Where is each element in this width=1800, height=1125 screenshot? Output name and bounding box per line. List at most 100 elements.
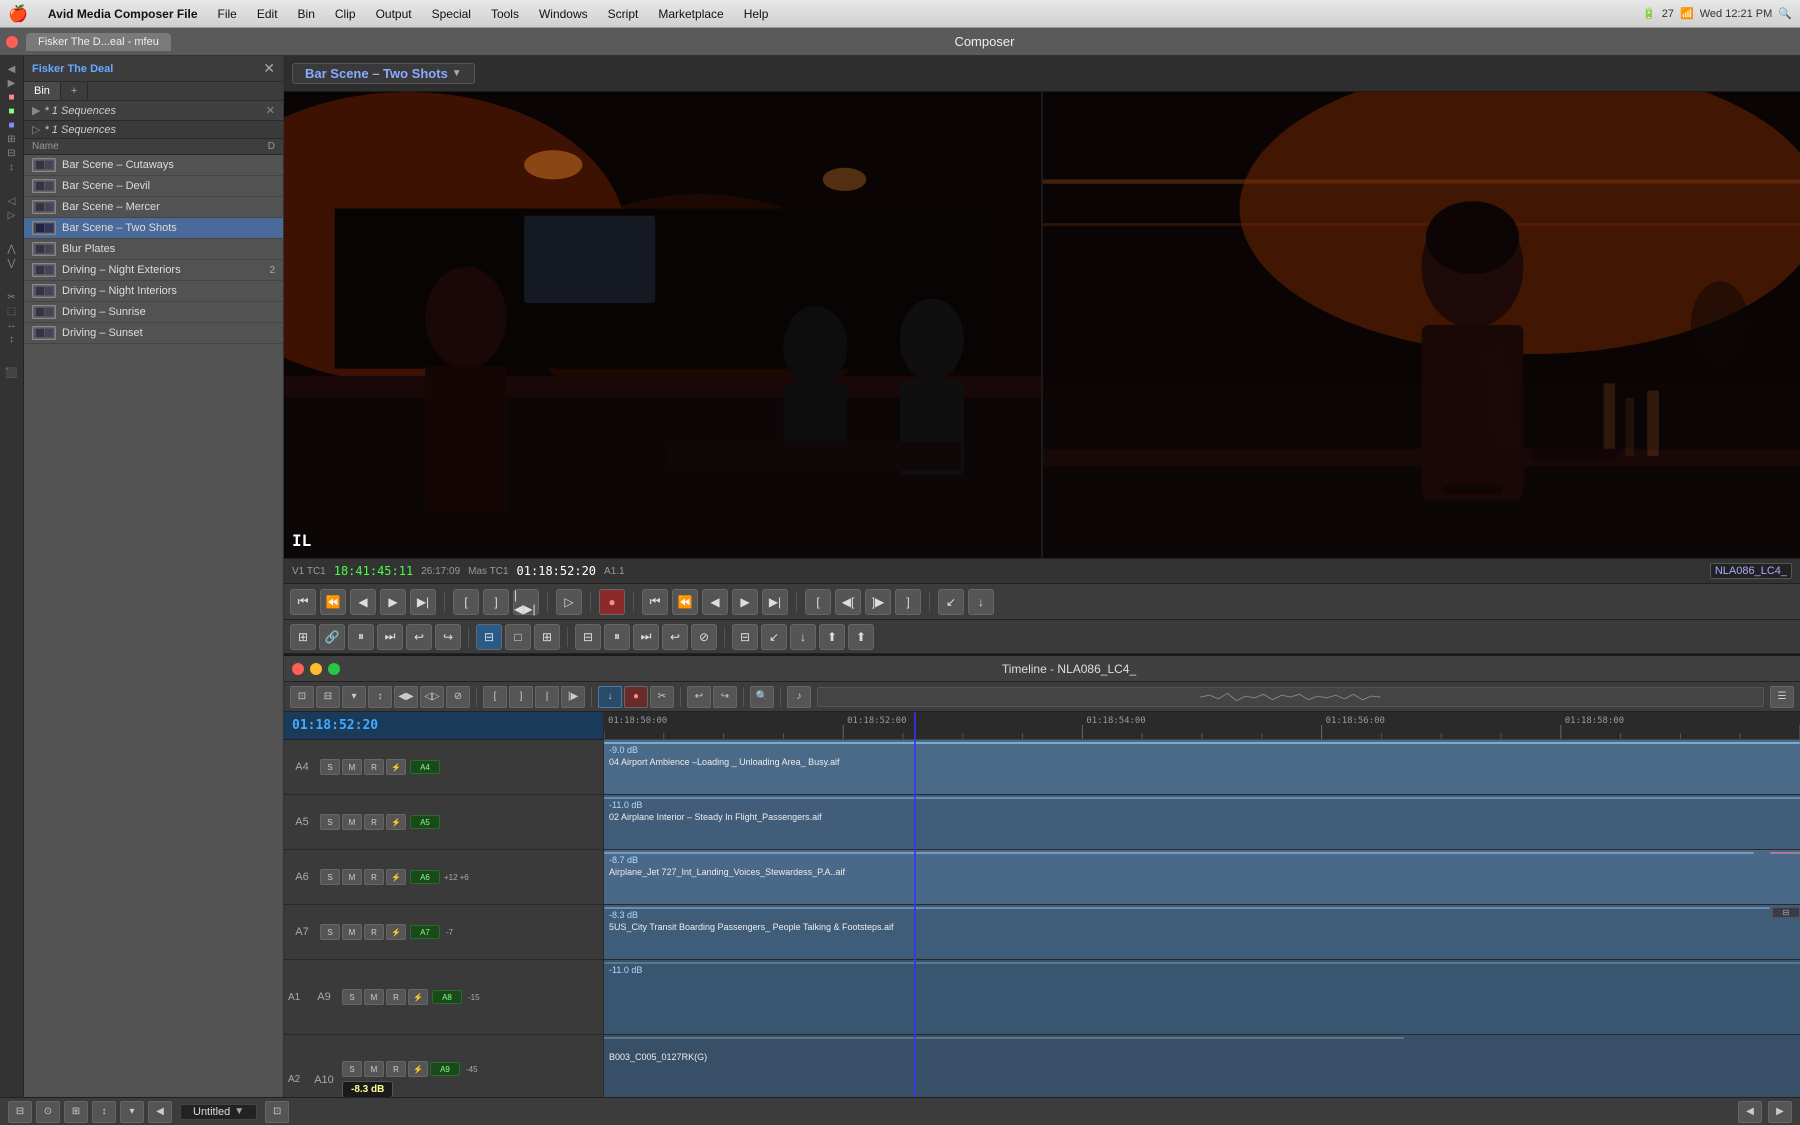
tl-tool-audio[interactable]: ♪ <box>787 686 811 708</box>
ctrl-grid[interactable]: ⊞ <box>290 624 316 650</box>
ctrl-mark2[interactable]: ⊟ <box>732 624 758 650</box>
menu-windows[interactable]: Windows <box>531 5 596 23</box>
footer-right-tool-1[interactable]: ◀ <box>1738 1101 1762 1123</box>
r-step-fwd[interactable]: ▶| <box>762 589 788 615</box>
menu-output[interactable]: Output <box>368 5 420 23</box>
ctrl-lift[interactable]: ⬆ <box>848 624 874 650</box>
seq-item-blur[interactable]: Blur Plates <box>24 239 283 260</box>
mark-out-btn[interactable]: ] <box>483 589 509 615</box>
step-fwd-btn[interactable]: ▶| <box>410 589 436 615</box>
footer-tool-2[interactable]: ⊙ <box>36 1101 60 1123</box>
edge-tool-13[interactable]: ✂ <box>3 292 21 303</box>
menu-avid[interactable]: Avid Media Composer File <box>40 5 206 23</box>
r-overwrite[interactable]: ↓ <box>968 589 994 615</box>
track-enable-a8[interactable]: A8 <box>432 990 462 1004</box>
tl-tool-list[interactable]: ☰ <box>1770 686 1794 708</box>
seq-item-sunrise[interactable]: Driving – Sunrise <box>24 302 283 323</box>
footer-tool-7[interactable]: ⊡ <box>265 1101 289 1123</box>
tl-tool-extract[interactable]: ◁▷ <box>420 686 444 708</box>
menu-clip[interactable]: Clip <box>327 5 364 23</box>
menu-edit[interactable]: Edit <box>249 5 286 23</box>
track-fxon-a4[interactable]: ⚡ <box>386 759 406 775</box>
menu-file[interactable]: File <box>210 5 245 23</box>
track-solo-a4[interactable]: S <box>320 759 340 775</box>
edge-tool-9[interactable]: ◁ <box>3 196 21 207</box>
track-enable-a9[interactable]: A9 <box>430 1062 460 1076</box>
track-mute-a5[interactable]: M <box>342 814 362 830</box>
ctrl-extract[interactable]: ⬆ <box>819 624 845 650</box>
menu-help[interactable]: Help <box>736 5 777 23</box>
seq-item-twoshots[interactable]: Bar Scene – Two Shots <box>24 218 283 239</box>
ctrl-r1[interactable]: ⊟ <box>575 624 601 650</box>
edge-tool-4[interactable]: ■ <box>3 106 21 117</box>
r-go-to-out[interactable]: ]▶ <box>865 589 891 615</box>
r-mark-in[interactable]: [ <box>805 589 831 615</box>
search-icon[interactable]: 🔍 <box>1778 7 1792 20</box>
track-enable-a5[interactable]: A5 <box>410 815 440 829</box>
sequence-dropdown[interactable]: Bar Scene – Two Shots ▼ <box>292 63 475 84</box>
clip-a7[interactable]: -8.3 dB 5US_City Transit Boarding Passen… <box>604 907 1770 909</box>
seq-sub-expand[interactable]: ▷ <box>32 123 40 136</box>
ctrl-dual-split[interactable]: ⊟ <box>476 624 502 650</box>
track-fxon-a8[interactable]: ⚡ <box>408 989 428 1005</box>
track-mute-a4[interactable]: M <box>342 759 362 775</box>
track-rec-a4[interactable]: R <box>364 759 384 775</box>
project-name[interactable]: Fisker The Deal <box>32 63 113 75</box>
track-solo-a5[interactable]: S <box>320 814 340 830</box>
tl-tool-red[interactable]: ● <box>624 686 648 708</box>
edge-tool-5[interactable]: ■ <box>3 120 21 131</box>
footer-right-tool-2[interactable]: ▶ <box>1768 1101 1792 1123</box>
ctrl-rew[interactable]: ↩ <box>406 624 432 650</box>
edge-tool-14[interactable]: ⬚ <box>3 306 21 317</box>
timeline-min-btn[interactable] <box>310 663 322 675</box>
footer-tool-4[interactable]: ↕ <box>92 1101 116 1123</box>
menu-special[interactable]: Special <box>424 5 479 23</box>
bin-tab-add[interactable]: + <box>61 82 88 100</box>
track-fxon-a6[interactable]: ⚡ <box>386 869 406 885</box>
footer-tool-3[interactable]: ⊞ <box>64 1101 88 1123</box>
play-btn[interactable]: ▶ <box>380 589 406 615</box>
footer-tool-1[interactable]: ⊟ <box>8 1101 32 1123</box>
play-loop-btn[interactable]: ▷ <box>556 589 582 615</box>
clear-marks-btn[interactable]: |◀▶| <box>513 589 539 615</box>
ctrl-stepfwd[interactable]: ⏭ <box>377 624 403 650</box>
track-rec-a9[interactable]: R <box>386 1061 406 1077</box>
apple-menu[interactable]: 🍎 <box>8 4 28 24</box>
edge-tool-6[interactable]: ⊞ <box>3 134 21 145</box>
clip-a8[interactable]: -11.0 dB <box>604 962 1800 964</box>
clip-a6-main[interactable]: -8.7 dB Airplane_Jet 727_Int_Landing_Voi… <box>604 852 1754 854</box>
r-fast-back[interactable]: ⏪ <box>672 589 698 615</box>
track-solo-a6[interactable]: S <box>320 869 340 885</box>
edge-tool-10[interactable]: ▷ <box>3 210 21 221</box>
timeline-max-btn[interactable] <box>328 663 340 675</box>
tab-close-btn[interactable] <box>6 36 18 48</box>
ctrl-rew2[interactable]: ↩ <box>662 624 688 650</box>
ctrl-fade[interactable]: ⊘ <box>691 624 717 650</box>
clip-a4[interactable]: -9.0 dB 04 Airport Ambience –Loading _ U… <box>604 742 1800 744</box>
tl-tool-trim[interactable]: ⊟ <box>316 686 340 708</box>
clip-a9[interactable]: B003_C005_0127RK(G) <box>604 1037 1404 1039</box>
bin-tab-bin[interactable]: Bin <box>24 82 61 100</box>
step-back-btn[interactable]: ◀ <box>350 589 376 615</box>
track-rec-a8[interactable]: R <box>386 989 406 1005</box>
ctrl-splice2[interactable]: ↙ <box>761 624 787 650</box>
seq-item-cutaways[interactable]: Bar Scene – Cutaways <box>24 155 283 176</box>
tl-tool-add[interactable]: ◀▶ <box>394 686 418 708</box>
track-enable-a4[interactable]: A4 <box>410 760 440 774</box>
edge-tool-12[interactable]: ⋁ <box>3 258 21 269</box>
edge-tool-2[interactable]: ▶ <box>3 78 21 89</box>
menu-bin[interactable]: Bin <box>290 5 323 23</box>
track-rec-a7[interactable]: R <box>364 924 384 940</box>
track-fxon-a7[interactable]: ⚡ <box>386 924 406 940</box>
track-fxon-a5[interactable]: ⚡ <box>386 814 406 830</box>
r-step-back[interactable]: ◀ <box>702 589 728 615</box>
edge-tool-15[interactable]: ↔ <box>3 320 21 331</box>
r-play[interactable]: ▶ <box>732 589 758 615</box>
menu-tools[interactable]: Tools <box>483 5 527 23</box>
track-enable-a7[interactable]: A7 <box>410 925 440 939</box>
track-mute-a7[interactable]: M <box>342 924 362 940</box>
seq-item-sunset[interactable]: Driving – Sunset <box>24 323 283 344</box>
seq-item-mercer[interactable]: Bar Scene – Mercer <box>24 197 283 218</box>
ctrl-single[interactable]: □ <box>505 624 531 650</box>
track-mute-a8[interactable]: M <box>364 989 384 1005</box>
